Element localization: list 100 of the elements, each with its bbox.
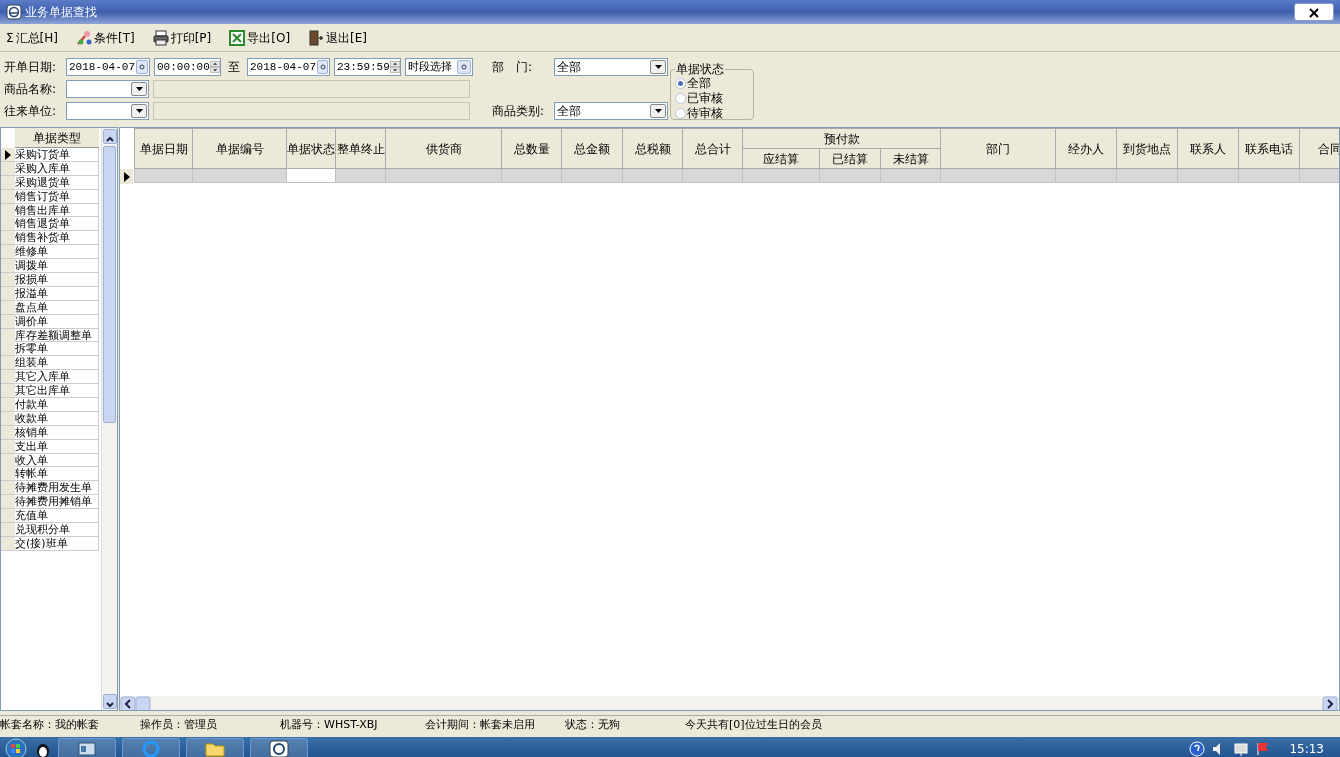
list-item[interactable]: 交(接)班单 bbox=[1, 536, 99, 551]
field-label: 往来单位: bbox=[4, 103, 58, 120]
app-icon bbox=[269, 740, 289, 757]
taskbar-button[interactable] bbox=[58, 738, 116, 757]
date-field[interactable]: 2018-04-07 bbox=[247, 58, 330, 76]
list-item[interactable]: 报损单 bbox=[1, 273, 99, 287]
list-item[interactable]: 销售补货单 bbox=[1, 231, 99, 246]
column-header: 总金额 bbox=[561, 128, 623, 169]
toolbar-button[interactable]: 条件[T] bbox=[74, 28, 137, 47]
list-item[interactable]: 核销单 bbox=[1, 425, 99, 440]
dropdown-button[interactable] bbox=[650, 104, 666, 118]
list-item[interactable]: 销售出库单 bbox=[1, 203, 99, 218]
list-item[interactable]: 库存差额调整单 bbox=[1, 328, 99, 343]
monitor-icon[interactable] bbox=[1233, 741, 1250, 757]
ring-icon bbox=[141, 740, 161, 757]
printer-icon bbox=[152, 29, 169, 46]
column-header: 总税额 bbox=[622, 128, 683, 169]
list-item[interactable]: 其它入库单 bbox=[1, 370, 99, 385]
spreadsheet-icon bbox=[229, 29, 246, 46]
radio-option[interactable]: 待审核 bbox=[675, 106, 723, 121]
scrollbar[interactable] bbox=[101, 128, 117, 710]
list-item[interactable]: 销售订货单 bbox=[1, 189, 99, 204]
column-header: 总合计 bbox=[682, 128, 743, 169]
list-item[interactable]: 付款单 bbox=[1, 398, 99, 412]
list-item[interactable]: 采购退货单 bbox=[1, 175, 99, 190]
list-item[interactable]: 调价单 bbox=[1, 314, 99, 329]
column-header: 单据状态 bbox=[286, 128, 336, 169]
list-item[interactable]: 收入单 bbox=[1, 453, 99, 468]
column-header: 单据编号 bbox=[192, 128, 287, 169]
column-header: 总数量 bbox=[501, 128, 562, 169]
circle-icon bbox=[461, 64, 467, 71]
list-item[interactable]: 充值单 bbox=[1, 509, 99, 524]
list-item[interactable]: 拆零单 bbox=[1, 342, 99, 357]
toolbar-button[interactable]: 打印[P] bbox=[150, 28, 214, 47]
picker-button[interactable] bbox=[457, 60, 471, 74]
field-label: 商品名称: bbox=[4, 81, 58, 98]
field-label: 至 bbox=[227, 59, 241, 76]
dropdown-button[interactable] bbox=[650, 60, 666, 74]
list-item[interactable]: 待摊费用发生单 bbox=[1, 481, 99, 496]
column-header: 联系电话 bbox=[1238, 128, 1300, 169]
toolbar-button[interactable]: Σ 汇总[H] bbox=[4, 28, 60, 47]
status-text: 操作员：管理员 bbox=[140, 717, 218, 734]
radio-option[interactable]: 已审核 bbox=[675, 91, 723, 106]
list-item[interactable]: 转帐单 bbox=[1, 467, 99, 482]
caret-icon bbox=[135, 109, 143, 113]
list-item[interactable]: 盘点单 bbox=[1, 300, 99, 315]
column-header: 预付款 bbox=[742, 128, 941, 149]
scroll-thumb[interactable] bbox=[103, 146, 116, 423]
radio-option[interactable]: 全部 bbox=[675, 76, 711, 91]
list-item[interactable]: 销售退货单 bbox=[1, 217, 99, 232]
help-icon[interactable] bbox=[1189, 741, 1206, 757]
dropdown-field[interactable]: 全部 bbox=[554, 58, 668, 76]
dropdown-button[interactable] bbox=[131, 104, 147, 118]
list-item[interactable]: 组装单 bbox=[1, 356, 99, 371]
input-field[interactable] bbox=[153, 80, 470, 98]
list-item[interactable]: 采购订货单 bbox=[1, 148, 99, 162]
door-icon bbox=[308, 29, 325, 46]
status-text: 状态：无狗 bbox=[565, 717, 621, 734]
clock-text: 15:13 bbox=[1288, 741, 1325, 757]
field-label: 商品类别: bbox=[492, 103, 546, 120]
time-field[interactable]: 23:59:59 bbox=[334, 58, 401, 76]
period-dropdown[interactable]: 时段选择 bbox=[405, 58, 473, 76]
caret-icon bbox=[135, 87, 143, 91]
scrollbar[interactable] bbox=[120, 695, 1339, 710]
status-text: 今天共有[0]位过生日的会员 bbox=[685, 717, 823, 734]
toolbar-button[interactable]: 退出[E] bbox=[306, 28, 370, 47]
input-field[interactable] bbox=[153, 102, 470, 120]
column-header: 整单终止 bbox=[335, 128, 386, 169]
spin-buttons[interactable] bbox=[389, 59, 400, 75]
list-item[interactable]: 采购入库单 bbox=[1, 161, 99, 176]
status-text: 帐套名称：我的帐套 bbox=[0, 717, 100, 734]
toolbar-button[interactable]: 导出[O] bbox=[227, 28, 293, 47]
list-item[interactable]: 待摊费用摊销单 bbox=[1, 495, 99, 510]
folder-icon bbox=[205, 740, 225, 757]
field-label: 开单日期: bbox=[4, 59, 58, 76]
window-icon bbox=[77, 740, 97, 757]
list-item[interactable]: 报溢单 bbox=[1, 286, 99, 301]
pointer-icon bbox=[5, 149, 11, 160]
list-item[interactable]: 支出单 bbox=[1, 439, 99, 454]
start-button[interactable] bbox=[4, 738, 28, 757]
list-item[interactable]: 调拨单 bbox=[1, 259, 99, 273]
status-text: 会计期间：帐套未启用 bbox=[425, 717, 536, 734]
picker-button[interactable] bbox=[317, 60, 328, 74]
taskbar-button[interactable] bbox=[250, 738, 308, 757]
column-header: 单据日期 bbox=[134, 128, 193, 169]
list-item[interactable]: 维修单 bbox=[1, 245, 99, 260]
list-item[interactable]: 兑现积分单 bbox=[1, 523, 99, 537]
spin-buttons[interactable] bbox=[209, 59, 220, 75]
field-label: 部 门: bbox=[492, 59, 534, 76]
list-item[interactable]: 收款单 bbox=[1, 411, 99, 426]
status-text: 机器号：WHST-XBJ bbox=[280, 717, 379, 734]
date-field[interactable]: 2018-04-07 bbox=[66, 58, 150, 76]
circle-icon bbox=[319, 64, 326, 71]
picker-button[interactable] bbox=[136, 60, 148, 74]
time-field[interactable]: 00:00:00 bbox=[154, 58, 221, 76]
close-button[interactable] bbox=[1294, 3, 1334, 21]
caret-icon bbox=[654, 65, 662, 69]
dropdown-field[interactable]: 全部 bbox=[554, 102, 668, 120]
list-item[interactable]: 其它出库单 bbox=[1, 384, 99, 399]
dropdown-button[interactable] bbox=[131, 82, 147, 96]
